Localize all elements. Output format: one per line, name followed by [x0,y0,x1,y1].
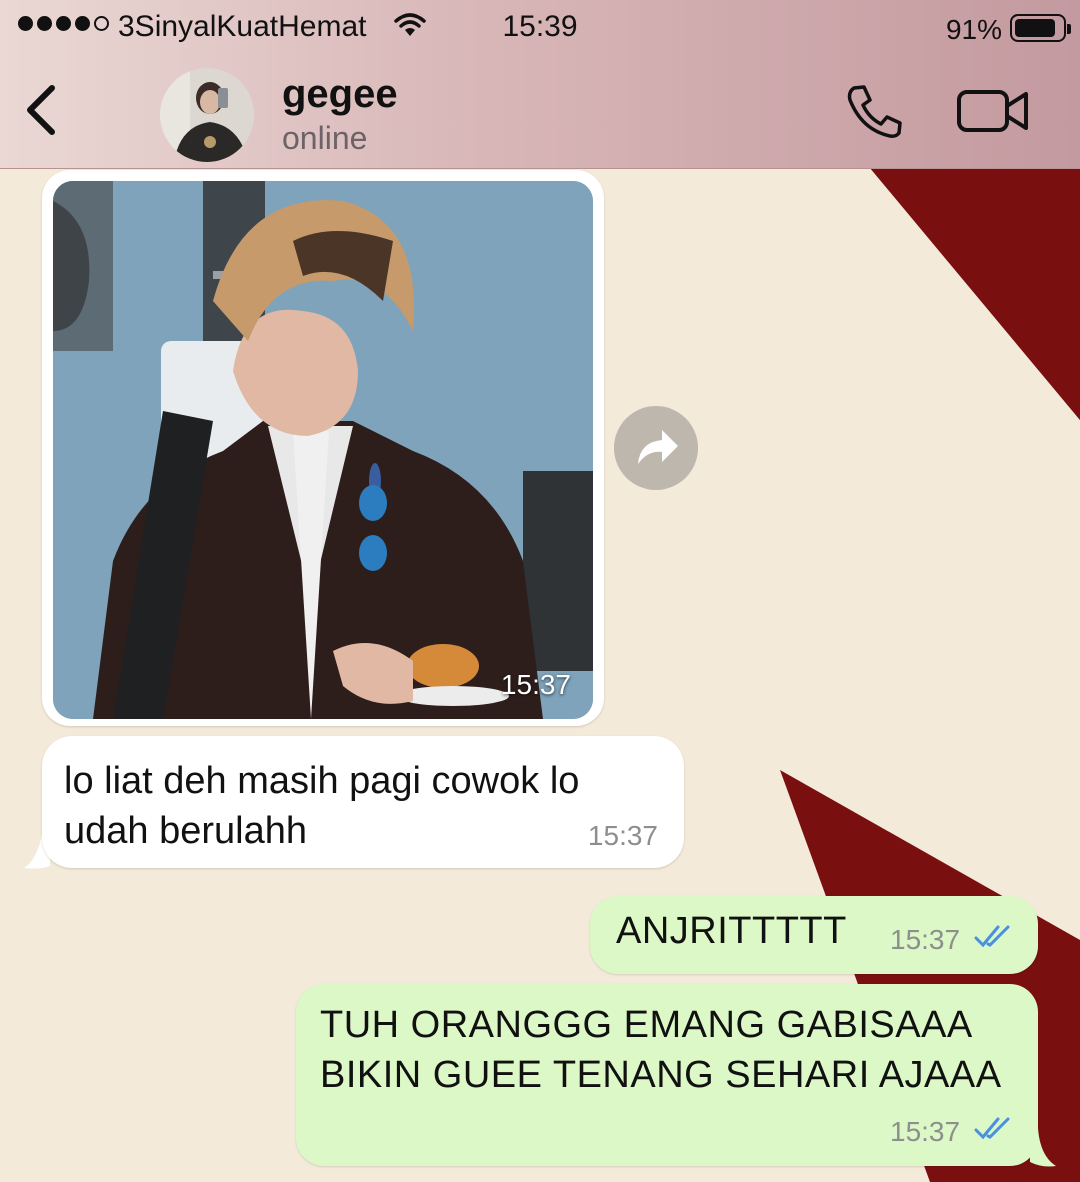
bubble-tail [1030,1128,1056,1167]
message-text: TUH ORANGGG EMANG GABISAAA BIKIN GUEE TE… [320,1004,1002,1096]
contact-avatar[interactable] [160,68,254,162]
avatar-photo [160,68,254,162]
chat-messages: 15:37 lo liat deh masih pagi cowok lo ud… [0,168,1080,1182]
message-time: 15:37 [500,669,571,700]
outgoing-text-message[interactable]: TUH ORANGGG EMANG GABISAAA BIKIN GUEE TE… [296,984,1038,1166]
chat-header: 3SinyalKuatHemat 15:39 91% gegee online [0,0,1080,169]
forward-arrow-icon [638,430,678,464]
outgoing-text-message[interactable]: ANJRITTTTT 15:37 [590,896,1038,974]
status-bar: 3SinyalKuatHemat 15:39 91% [0,0,1080,56]
incoming-image-message[interactable]: 15:37 [42,170,604,726]
photo-content [53,181,593,719]
message-text: lo liat deh masih pagi cowok lo udah ber… [64,760,580,852]
phone-icon[interactable] [842,82,904,138]
contact-status: online [282,120,368,156]
message-photo[interactable]: 15:37 [53,181,593,719]
message-text: ANJRITTTTT [616,910,847,952]
message-time: 15:37 [890,924,961,955]
incoming-text-message[interactable]: lo liat deh masih pagi cowok lo udah ber… [42,736,684,868]
battery-level [1015,19,1056,37]
contact-name[interactable]: gegee [282,72,398,117]
read-receipt-icon [974,1117,1010,1140]
message-time: 15:37 [890,1116,961,1147]
message-time: 15:37 [587,820,658,851]
video-camera-icon[interactable] [956,88,1030,134]
status-time: 15:39 [502,10,578,43]
back-button[interactable] [14,80,70,140]
forward-button[interactable] [614,406,698,490]
battery-icon [1010,14,1071,42]
read-receipt-icon [974,925,1010,948]
battery-percent: 91% [945,14,1002,45]
